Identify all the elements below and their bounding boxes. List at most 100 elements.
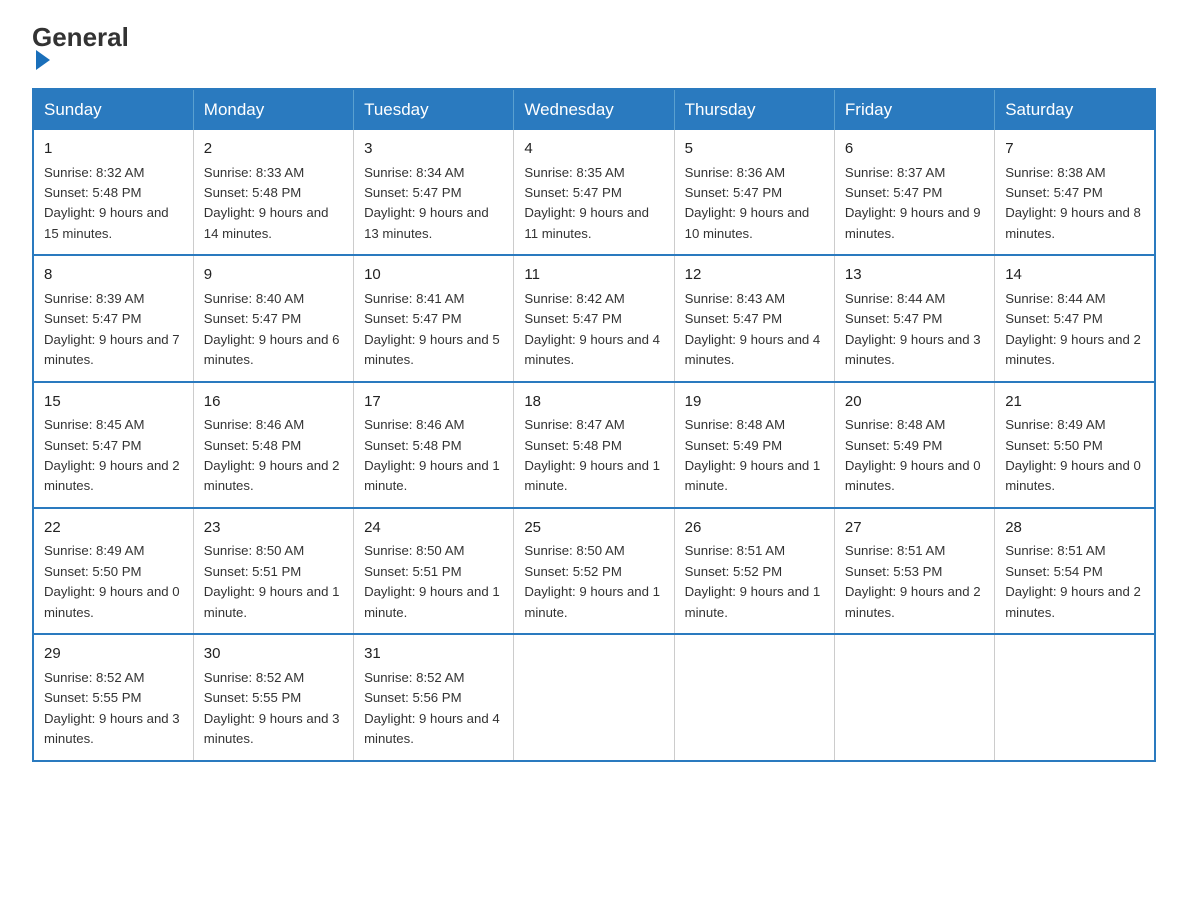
day-number: 26	[685, 517, 824, 540]
day-number: 27	[845, 517, 984, 540]
calendar-cell: 31Sunrise: 8:52 AMSunset: 5:56 PMDayligh…	[354, 634, 514, 760]
day-number: 1	[44, 138, 183, 161]
calendar-cell	[995, 634, 1155, 760]
day-number: 20	[845, 391, 984, 414]
column-header-sunday: Sunday	[33, 89, 193, 130]
day-info: Sunrise: 8:51 AMSunset: 5:53 PMDaylight:…	[845, 541, 984, 623]
day-info: Sunrise: 8:43 AMSunset: 5:47 PMDaylight:…	[685, 289, 824, 371]
day-info: Sunrise: 8:48 AMSunset: 5:49 PMDaylight:…	[845, 415, 984, 497]
day-info: Sunrise: 8:46 AMSunset: 5:48 PMDaylight:…	[204, 415, 343, 497]
day-number: 3	[364, 138, 503, 161]
calendar-cell: 4Sunrise: 8:35 AMSunset: 5:47 PMDaylight…	[514, 130, 674, 255]
calendar-cell: 13Sunrise: 8:44 AMSunset: 5:47 PMDayligh…	[834, 255, 994, 381]
calendar-cell: 7Sunrise: 8:38 AMSunset: 5:47 PMDaylight…	[995, 130, 1155, 255]
calendar-cell: 30Sunrise: 8:52 AMSunset: 5:55 PMDayligh…	[193, 634, 353, 760]
day-number: 22	[44, 517, 183, 540]
calendar-week-row: 1Sunrise: 8:32 AMSunset: 5:48 PMDaylight…	[33, 130, 1155, 255]
day-info: Sunrise: 8:45 AMSunset: 5:47 PMDaylight:…	[44, 415, 183, 497]
day-number: 4	[524, 138, 663, 161]
calendar-cell: 16Sunrise: 8:46 AMSunset: 5:48 PMDayligh…	[193, 382, 353, 508]
column-header-saturday: Saturday	[995, 89, 1155, 130]
column-header-wednesday: Wednesday	[514, 89, 674, 130]
day-info: Sunrise: 8:33 AMSunset: 5:48 PMDaylight:…	[204, 163, 343, 245]
day-info: Sunrise: 8:52 AMSunset: 5:55 PMDaylight:…	[44, 668, 183, 750]
logo-general-text: General	[32, 24, 129, 50]
calendar-cell: 11Sunrise: 8:42 AMSunset: 5:47 PMDayligh…	[514, 255, 674, 381]
day-info: Sunrise: 8:52 AMSunset: 5:55 PMDaylight:…	[204, 668, 343, 750]
day-info: Sunrise: 8:48 AMSunset: 5:49 PMDaylight:…	[685, 415, 824, 497]
day-info: Sunrise: 8:49 AMSunset: 5:50 PMDaylight:…	[1005, 415, 1144, 497]
calendar-cell: 24Sunrise: 8:50 AMSunset: 5:51 PMDayligh…	[354, 508, 514, 634]
calendar-cell: 1Sunrise: 8:32 AMSunset: 5:48 PMDaylight…	[33, 130, 193, 255]
day-number: 5	[685, 138, 824, 161]
column-header-friday: Friday	[834, 89, 994, 130]
day-number: 21	[1005, 391, 1144, 414]
day-number: 8	[44, 264, 183, 287]
day-info: Sunrise: 8:51 AMSunset: 5:52 PMDaylight:…	[685, 541, 824, 623]
calendar-cell: 9Sunrise: 8:40 AMSunset: 5:47 PMDaylight…	[193, 255, 353, 381]
calendar-cell: 18Sunrise: 8:47 AMSunset: 5:48 PMDayligh…	[514, 382, 674, 508]
day-number: 18	[524, 391, 663, 414]
day-number: 30	[204, 643, 343, 666]
calendar-cell: 26Sunrise: 8:51 AMSunset: 5:52 PMDayligh…	[674, 508, 834, 634]
calendar-table: SundayMondayTuesdayWednesdayThursdayFrid…	[32, 88, 1156, 762]
day-info: Sunrise: 8:36 AMSunset: 5:47 PMDaylight:…	[685, 163, 824, 245]
day-info: Sunrise: 8:32 AMSunset: 5:48 PMDaylight:…	[44, 163, 183, 245]
day-info: Sunrise: 8:47 AMSunset: 5:48 PMDaylight:…	[524, 415, 663, 497]
day-info: Sunrise: 8:46 AMSunset: 5:48 PMDaylight:…	[364, 415, 503, 497]
logo: General	[32, 24, 129, 72]
day-info: Sunrise: 8:44 AMSunset: 5:47 PMDaylight:…	[845, 289, 984, 371]
day-info: Sunrise: 8:42 AMSunset: 5:47 PMDaylight:…	[524, 289, 663, 371]
page-header: General	[32, 24, 1156, 72]
day-info: Sunrise: 8:34 AMSunset: 5:47 PMDaylight:…	[364, 163, 503, 245]
day-number: 31	[364, 643, 503, 666]
day-number: 19	[685, 391, 824, 414]
day-number: 12	[685, 264, 824, 287]
calendar-header-row: SundayMondayTuesdayWednesdayThursdayFrid…	[33, 89, 1155, 130]
calendar-cell	[834, 634, 994, 760]
day-number: 24	[364, 517, 503, 540]
calendar-week-row: 15Sunrise: 8:45 AMSunset: 5:47 PMDayligh…	[33, 382, 1155, 508]
day-number: 17	[364, 391, 503, 414]
day-number: 11	[524, 264, 663, 287]
calendar-week-row: 22Sunrise: 8:49 AMSunset: 5:50 PMDayligh…	[33, 508, 1155, 634]
calendar-cell: 12Sunrise: 8:43 AMSunset: 5:47 PMDayligh…	[674, 255, 834, 381]
calendar-cell: 14Sunrise: 8:44 AMSunset: 5:47 PMDayligh…	[995, 255, 1155, 381]
calendar-cell: 8Sunrise: 8:39 AMSunset: 5:47 PMDaylight…	[33, 255, 193, 381]
day-info: Sunrise: 8:51 AMSunset: 5:54 PMDaylight:…	[1005, 541, 1144, 623]
day-number: 28	[1005, 517, 1144, 540]
calendar-cell: 19Sunrise: 8:48 AMSunset: 5:49 PMDayligh…	[674, 382, 834, 508]
day-number: 23	[204, 517, 343, 540]
calendar-week-row: 8Sunrise: 8:39 AMSunset: 5:47 PMDaylight…	[33, 255, 1155, 381]
day-info: Sunrise: 8:50 AMSunset: 5:51 PMDaylight:…	[364, 541, 503, 623]
calendar-cell: 29Sunrise: 8:52 AMSunset: 5:55 PMDayligh…	[33, 634, 193, 760]
logo-blue-text	[32, 50, 50, 72]
day-info: Sunrise: 8:50 AMSunset: 5:52 PMDaylight:…	[524, 541, 663, 623]
column-header-thursday: Thursday	[674, 89, 834, 130]
calendar-cell: 10Sunrise: 8:41 AMSunset: 5:47 PMDayligh…	[354, 255, 514, 381]
calendar-cell: 25Sunrise: 8:50 AMSunset: 5:52 PMDayligh…	[514, 508, 674, 634]
day-number: 7	[1005, 138, 1144, 161]
calendar-cell	[514, 634, 674, 760]
calendar-cell: 20Sunrise: 8:48 AMSunset: 5:49 PMDayligh…	[834, 382, 994, 508]
calendar-cell: 27Sunrise: 8:51 AMSunset: 5:53 PMDayligh…	[834, 508, 994, 634]
day-info: Sunrise: 8:39 AMSunset: 5:47 PMDaylight:…	[44, 289, 183, 371]
day-number: 16	[204, 391, 343, 414]
calendar-cell: 2Sunrise: 8:33 AMSunset: 5:48 PMDaylight…	[193, 130, 353, 255]
calendar-cell: 28Sunrise: 8:51 AMSunset: 5:54 PMDayligh…	[995, 508, 1155, 634]
logo-triangle-icon	[36, 50, 50, 70]
calendar-cell: 23Sunrise: 8:50 AMSunset: 5:51 PMDayligh…	[193, 508, 353, 634]
day-number: 14	[1005, 264, 1144, 287]
calendar-cell: 5Sunrise: 8:36 AMSunset: 5:47 PMDaylight…	[674, 130, 834, 255]
day-info: Sunrise: 8:41 AMSunset: 5:47 PMDaylight:…	[364, 289, 503, 371]
day-info: Sunrise: 8:40 AMSunset: 5:47 PMDaylight:…	[204, 289, 343, 371]
calendar-cell	[674, 634, 834, 760]
day-info: Sunrise: 8:49 AMSunset: 5:50 PMDaylight:…	[44, 541, 183, 623]
calendar-cell: 21Sunrise: 8:49 AMSunset: 5:50 PMDayligh…	[995, 382, 1155, 508]
day-info: Sunrise: 8:52 AMSunset: 5:56 PMDaylight:…	[364, 668, 503, 750]
calendar-cell: 6Sunrise: 8:37 AMSunset: 5:47 PMDaylight…	[834, 130, 994, 255]
day-info: Sunrise: 8:38 AMSunset: 5:47 PMDaylight:…	[1005, 163, 1144, 245]
calendar-cell: 17Sunrise: 8:46 AMSunset: 5:48 PMDayligh…	[354, 382, 514, 508]
day-info: Sunrise: 8:35 AMSunset: 5:47 PMDaylight:…	[524, 163, 663, 245]
day-info: Sunrise: 8:37 AMSunset: 5:47 PMDaylight:…	[845, 163, 984, 245]
